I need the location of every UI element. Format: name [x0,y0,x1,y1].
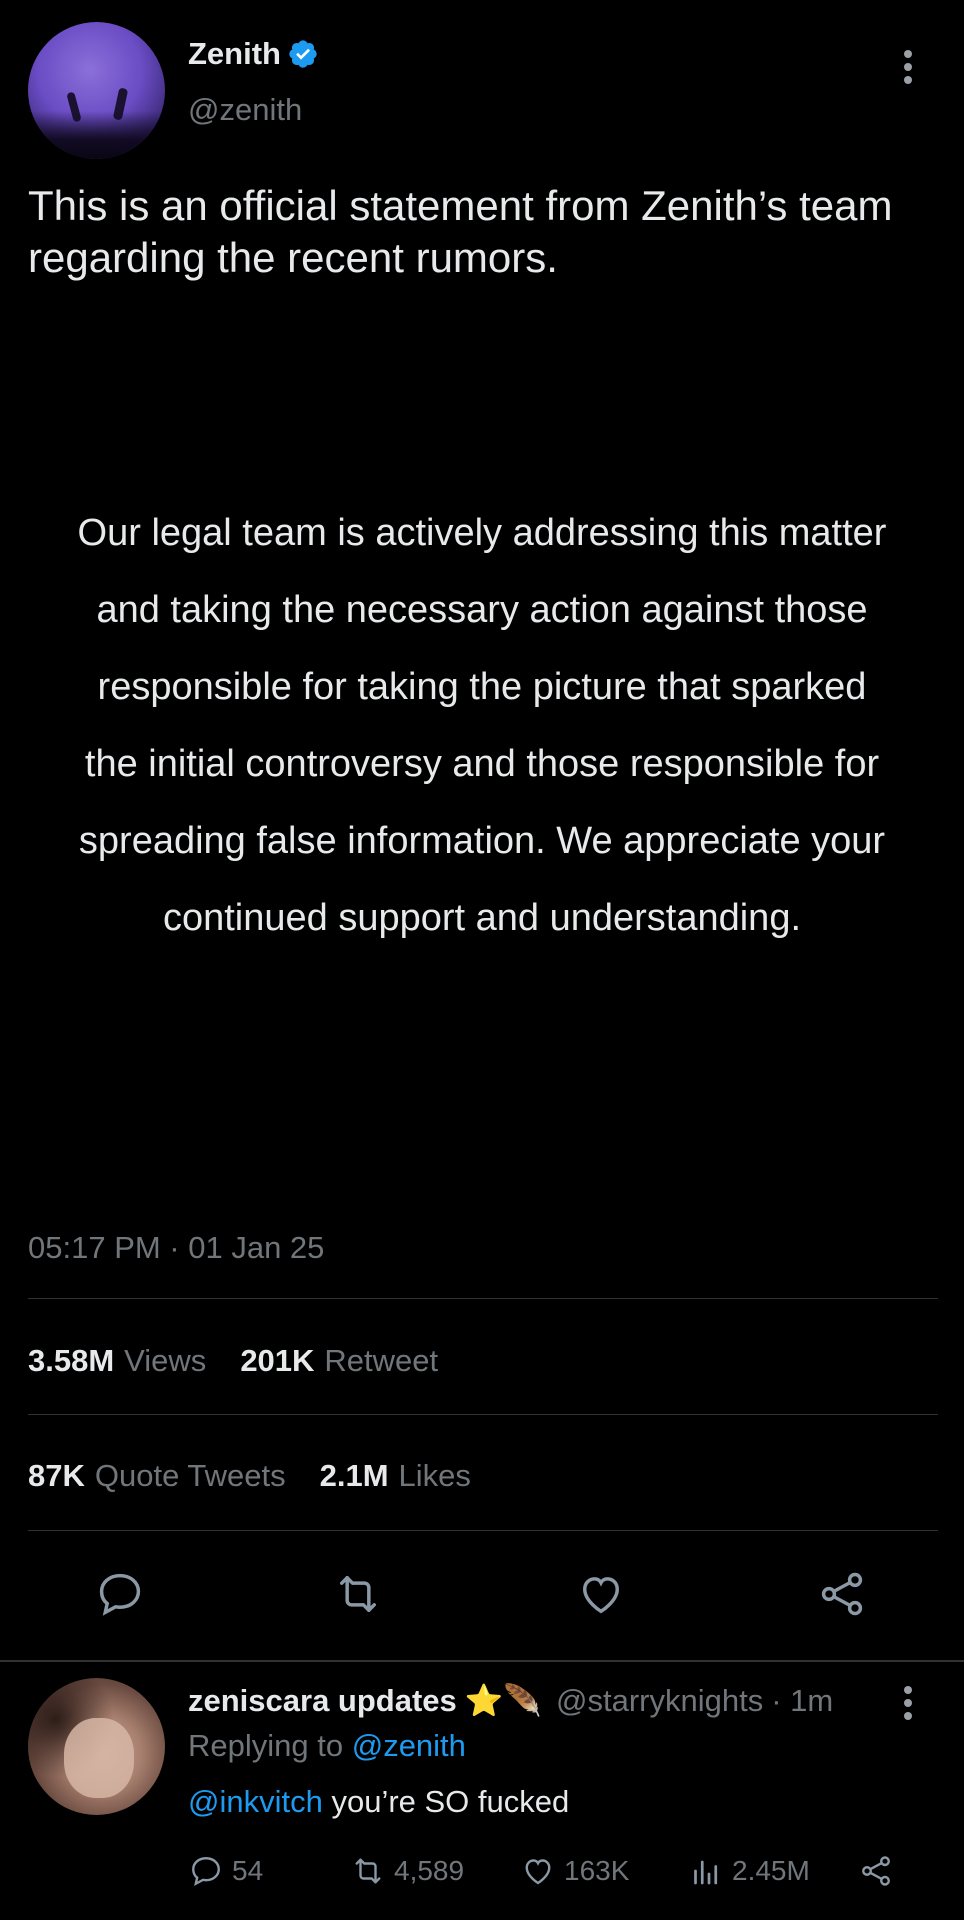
reply-views-action[interactable]: 2.45M [688,1853,858,1889]
reply-author-handle[interactable]: @starryknights [556,1683,763,1719]
section-divider [0,1660,964,1662]
author-avatar[interactable] [28,22,165,159]
verified-badge-icon [289,40,317,68]
stats-row-2: 87K Quote Tweets 2.1M Likes [28,1458,471,1494]
like-icon [525,1859,551,1885]
like-icon[interactable] [573,1566,629,1622]
author-name-row[interactable]: Zenith [188,36,319,72]
retweets-stat[interactable]: 201K Retweet [240,1343,438,1379]
reply-text: @inkvitch you’re SO fucked [188,1784,570,1819]
reply-reply-action[interactable]: 54 [188,1853,350,1889]
views-stat: 3.58M Views [28,1343,207,1378]
author-handle[interactable]: @zenith [188,92,302,128]
reply-author-avatar[interactable] [28,1678,165,1815]
replying-to: Replying to @zenith [188,1728,466,1763]
reply-retweet-action[interactable]: 4,589 [350,1853,520,1889]
reply-action-bar: 54 4,589 163K 2.45M [188,1853,908,1889]
tweet-timestamp: 05:17 PM · 01 Jan 25 [28,1230,325,1265]
reply-author-name[interactable]: zeniscara updates [188,1683,457,1719]
reply-icon[interactable] [92,1566,148,1622]
reply-like-action[interactable]: 163K [520,1853,688,1889]
reply-header: zeniscara updates ⭐🪶 @starryknights · 1m [188,1682,833,1719]
more-options-icon[interactable] [903,50,913,84]
quotes-stat[interactable]: 87K Quote Tweets [28,1458,286,1494]
divider [28,1414,938,1415]
likes-stat[interactable]: 2.1M Likes [320,1458,471,1494]
share-icon[interactable] [814,1566,870,1622]
reply-time: · 1m [771,1682,834,1718]
views-icon [694,1860,718,1885]
reply-more-options-icon[interactable] [903,1686,913,1720]
stats-row-1: 3.58M Views 201K Retweet [28,1343,438,1379]
share-icon [862,1856,890,1886]
reply-emoji: ⭐🪶 [464,1683,542,1718]
reply-share-action[interactable] [858,1853,894,1889]
tweet-text: This is an official statement from Zenit… [28,182,893,281]
retweet-icon [355,1858,381,1884]
statement-image-text[interactable]: Our legal team is actively addressing th… [70,495,894,957]
divider [28,1298,938,1299]
replying-to-link[interactable]: @zenith [352,1728,466,1763]
retweet-icon[interactable] [330,1566,386,1622]
divider [28,1530,938,1531]
author-name[interactable]: Zenith [188,36,281,72]
reply-mention[interactable]: @inkvitch [188,1784,323,1819]
reply-icon [192,1857,220,1887]
